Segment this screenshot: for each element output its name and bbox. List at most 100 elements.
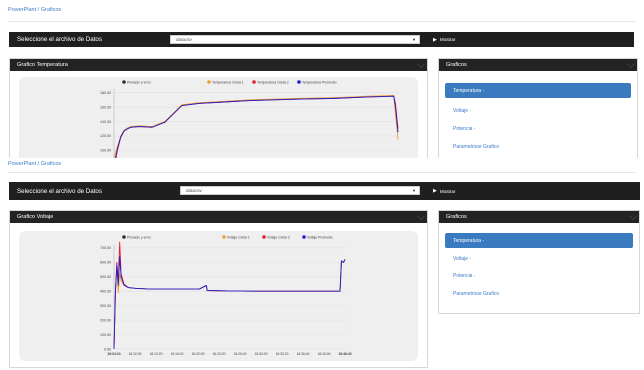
- legend-entry[interactable]: Voltaje Celda 2: [262, 235, 290, 239]
- chevron-down-icon: ▼: [412, 188, 416, 193]
- graphs-sidebar: Graficos Temperatura - Voltaje - Potenci…: [438, 210, 640, 314]
- temperature-chart-title: Grafico Temperatura: [17, 62, 68, 68]
- legend-entry[interactable]: Voltaje Promedio: [302, 235, 333, 239]
- resize-icon: [626, 59, 636, 69]
- x-tick-label: 16:16:40: [171, 352, 184, 356]
- legend-entry[interactable]: Temperatura Celda 1: [207, 80, 244, 84]
- voltage-chart-header: Grafico Voltaje: [10, 211, 427, 223]
- legend-entry[interactable]: Temperatura Celda 2: [252, 80, 289, 84]
- x-tick-label: 16:13:20: [150, 352, 163, 356]
- menu-item-label: Parametrizar Grafico: [453, 290, 500, 297]
- x-tick-label: 16:20:00: [192, 352, 205, 356]
- menu-item-potencia[interactable]: Potencia -: [445, 268, 633, 283]
- graphs-sidebar-header: Graficos: [439, 211, 639, 223]
- y-tick-label: 180.00: [100, 91, 111, 95]
- series-line: [115, 95, 399, 158]
- x-tick-label: 16:40:00: [318, 352, 331, 356]
- resize-icon: [628, 211, 638, 221]
- y-tick-label: 120.00: [100, 134, 111, 138]
- show-button-label: Mostrar: [439, 188, 456, 194]
- x-tick-label: 16:46:40: [338, 352, 351, 356]
- y-tick-label: 600.00: [100, 261, 111, 265]
- x-tick-label: 16:30:00: [255, 352, 268, 356]
- legend-label: Voltaje Celda 1: [227, 235, 250, 239]
- legend-label: Pinnacle y error: [127, 235, 152, 239]
- y-tick-label: 160.00: [100, 105, 111, 109]
- legend-swatch: [122, 80, 126, 84]
- graphs-sidebar-title: Graficos: [446, 62, 467, 68]
- x-tick-label: 16:36:40: [297, 352, 310, 356]
- legend-label: Pinnacle y error: [127, 80, 152, 84]
- graphs-sidebar: Graficos Temperatura - Voltaje - Potenci…: [438, 58, 638, 158]
- x-tick-label: 16:26:40: [234, 352, 247, 356]
- legend-swatch: [302, 235, 306, 239]
- legend-label: Temperatura Celda 2: [257, 80, 289, 84]
- menu-item-label: Temperatura -: [453, 87, 485, 94]
- temperature-chart-header: Grafico Temperatura: [10, 59, 427, 71]
- y-tick-label: 200.00: [100, 318, 111, 322]
- x-tick-label: 16:23:20: [213, 352, 226, 356]
- resize-icon: [416, 59, 426, 69]
- file-selector-label: Seleccione el archivo de Datos: [17, 36, 102, 43]
- breadcrumb-divider: [8, 172, 636, 173]
- breadcrumb[interactable]: PowerPlant / Graficos: [8, 161, 61, 167]
- x-tick-label: 16:10:30: [129, 352, 142, 356]
- voltage-chart-title: Grafico Voltaje: [17, 214, 54, 220]
- legend-swatch: [297, 80, 301, 84]
- menu-item-voltaje[interactable]: Voltaje -: [445, 251, 633, 266]
- legend-label: Voltaje Celda 2: [267, 235, 290, 239]
- upper-page: PowerPlant / Graficos Seleccione el arch…: [0, 0, 644, 158]
- resize-icon: [416, 211, 426, 221]
- y-tick-label: 500.00: [100, 275, 111, 279]
- menu-item-label: Potencia -: [453, 272, 476, 279]
- temperature-chart-panel: Grafico Temperatura Pinnacle y error Temp…: [9, 58, 428, 158]
- series-line: [113, 256, 346, 350]
- menu-item-temperatura[interactable]: Temperatura -: [445, 83, 631, 98]
- play-icon: ▶: [433, 36, 437, 43]
- menu-item-label: Parametrizar Grafico: [453, 143, 500, 150]
- menu-item-voltaje[interactable]: Voltaje -: [445, 103, 631, 118]
- show-button-label: Mostrar: [439, 37, 456, 42]
- legend-swatch: [122, 235, 126, 239]
- graphs-sidebar-title: Graficos: [446, 214, 467, 220]
- menu-item-label: Potencia -: [453, 125, 476, 132]
- temperature-chart-area: Pinnacle y error Temperatura Celda 1 Tempe…: [19, 77, 418, 158]
- x-tick-label: 16:33:20: [276, 352, 289, 356]
- legend-entry[interactable]: Voltaje Celda 1: [222, 235, 250, 239]
- show-button[interactable]: ▶ Mostrar: [428, 32, 634, 47]
- breadcrumb-divider: [8, 21, 636, 22]
- legend-label: Temperatura Celda 1: [212, 80, 244, 84]
- voltage-chart-area: Pinnacle y error Voltaje Celda 1 Voltaje C…: [19, 231, 418, 361]
- y-tick-label: 300.00: [100, 304, 111, 308]
- file-select-value: datacsv: [176, 37, 192, 42]
- file-select[interactable]: datacsv ▼: [180, 186, 420, 195]
- lower-page: PowerPlant / Graficos Seleccione el arch…: [0, 158, 644, 370]
- menu-item-temperatura[interactable]: Temperatura -: [445, 233, 633, 248]
- series-line: [113, 241, 346, 350]
- temperature-chart: Pinnacle y error Temperatura Celda 1 Tempe…: [100, 80, 399, 158]
- menu-item-parametrizar[interactable]: Parametrizar Grafico: [445, 286, 633, 301]
- legend-entry[interactable]: Pinnacle y error: [122, 235, 152, 239]
- menu-item-potencia[interactable]: Potencia -: [445, 121, 631, 136]
- x-tick-label: 16:04:10: [107, 352, 120, 356]
- show-button[interactable]: ▶ Mostrar: [428, 182, 640, 200]
- file-select[interactable]: datacsv ▼: [170, 35, 420, 44]
- menu-item-label: Temperatura -: [453, 237, 485, 244]
- legend-swatch: [222, 235, 226, 239]
- legend-swatch: [207, 80, 211, 84]
- legend-entry[interactable]: Temperatura Promedio: [297, 80, 337, 84]
- series-line: [114, 95, 399, 158]
- y-tick-label: 100.00: [100, 333, 111, 337]
- y-tick-label: 140.00: [100, 120, 111, 124]
- file-select-value: datacsv: [186, 188, 202, 193]
- y-tick-label: 0.00: [104, 347, 111, 351]
- menu-item-label: Voltaje -: [453, 107, 472, 114]
- y-tick-label: 700.00: [100, 246, 111, 250]
- menu-item-parametrizar[interactable]: Parametrizar Grafico: [445, 139, 631, 154]
- legend-entry[interactable]: Pinnacle y error: [122, 80, 152, 84]
- legend-label: Temperatura Promedio: [302, 80, 337, 84]
- legend-swatch: [262, 235, 266, 239]
- voltage-chart: Pinnacle y error Voltaje Celda 1 Voltaje C…: [100, 235, 352, 356]
- series-line: [113, 95, 399, 158]
- breadcrumb[interactable]: PowerPlant / Graficos: [8, 7, 61, 13]
